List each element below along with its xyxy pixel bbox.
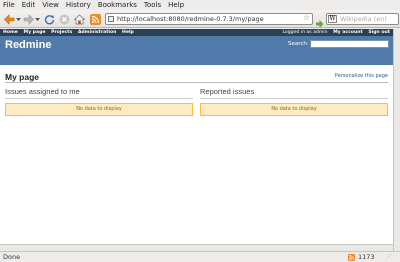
menu-edit[interactable]: Edit — [22, 0, 36, 10]
forward-button[interactable] — [22, 12, 34, 26]
main-content: My page Personalize this page Issues ass… — [0, 65, 393, 251]
back-history-dropdown[interactable] — [15, 12, 21, 26]
menu-file[interactable]: File — [3, 0, 15, 10]
rss-button[interactable] — [89, 12, 102, 26]
logged-in-as: Logged in as admin — [282, 30, 328, 35]
horizontal-scrollbar[interactable] — [0, 244, 393, 251]
favicon-icon — [108, 16, 114, 22]
rss-status-icon[interactable] — [348, 254, 355, 261]
page-title: My page — [5, 72, 40, 82]
rss-feed-icon — [90, 13, 101, 25]
url-text: http://localhost:8080/redmine-0.7.3/my/p… — [117, 15, 264, 23]
home-button[interactable] — [73, 12, 86, 26]
search-engine-icon[interactable]: W — [328, 15, 337, 23]
box-title: Reported issues — [200, 87, 388, 99]
sign-out-link[interactable]: Sign out — [368, 30, 390, 35]
vertical-scrollbar[interactable] — [393, 29, 400, 251]
redmine-top-menu: Home My page Projects Administration Hel… — [0, 29, 393, 36]
bookmark-star-icon[interactable]: ☆ — [303, 14, 310, 23]
no-data-notice: No data to display — [200, 103, 388, 116]
forward-history-dropdown[interactable] — [34, 12, 40, 26]
no-data-notice: No data to display — [5, 103, 193, 116]
stop-icon — [59, 14, 70, 24]
issues-assigned-box: Issues assigned to me No data to display — [5, 87, 193, 116]
topmenu-help[interactable]: Help — [122, 30, 134, 35]
page-viewport: Home My page Projects Administration Hel… — [0, 29, 393, 251]
topmenu-home[interactable]: Home — [3, 30, 18, 35]
topmenu-administration[interactable]: Administration — [78, 30, 117, 35]
back-arrow-icon — [3, 13, 14, 25]
status-bar: Done 1173 ⋰ — [0, 251, 400, 262]
topmenu-projects[interactable]: Projects — [51, 30, 72, 35]
menu-bar: File Edit View History Bookmarks Tools H… — [0, 0, 400, 10]
menu-bookmarks[interactable]: Bookmarks — [98, 0, 137, 10]
redmine-header: Redmine Search: — [0, 36, 393, 65]
search-placeholder: Wikipedia (en) — [340, 15, 387, 23]
reload-icon — [44, 14, 55, 24]
resize-grip-icon[interactable]: ⋰ — [385, 253, 392, 262]
reported-issues-box: Reported issues No data to display — [200, 87, 388, 116]
status-count: 1173 — [358, 253, 375, 261]
stop-button[interactable] — [58, 12, 71, 26]
forward-arrow-icon — [23, 13, 34, 25]
browser-window: File Edit View History Bookmarks Tools H… — [0, 0, 400, 262]
quick-search-label: Search: — [288, 41, 309, 47]
chevron-down-icon — [15, 17, 21, 21]
topmenu-my-page[interactable]: My page — [24, 30, 46, 35]
menu-view[interactable]: View — [42, 0, 59, 10]
back-button[interactable] — [3, 12, 15, 26]
reload-button[interactable] — [43, 12, 56, 26]
my-account-link[interactable]: My account — [333, 30, 363, 35]
app-title: Redmine — [5, 39, 52, 51]
home-icon — [74, 14, 85, 24]
menu-tools[interactable]: Tools — [144, 0, 161, 10]
status-text: Done — [3, 253, 21, 261]
url-bar[interactable]: http://localhost:8080/redmine-0.7.3/my/p… — [105, 13, 313, 25]
quick-search-input[interactable] — [310, 40, 389, 48]
chevron-down-icon — [34, 17, 40, 21]
title-divider — [5, 82, 388, 83]
box-title: Issues assigned to me — [5, 87, 193, 99]
web-search-field[interactable]: W Wikipedia (en) — [326, 13, 399, 25]
navigation-toolbar: http://localhost:8080/redmine-0.7.3/my/p… — [0, 10, 400, 28]
menu-help[interactable]: Help — [168, 0, 184, 10]
menu-history[interactable]: History — [66, 0, 91, 10]
personalize-page-link[interactable]: Personalize this page — [335, 73, 388, 79]
go-arrow-icon — [316, 20, 324, 28]
